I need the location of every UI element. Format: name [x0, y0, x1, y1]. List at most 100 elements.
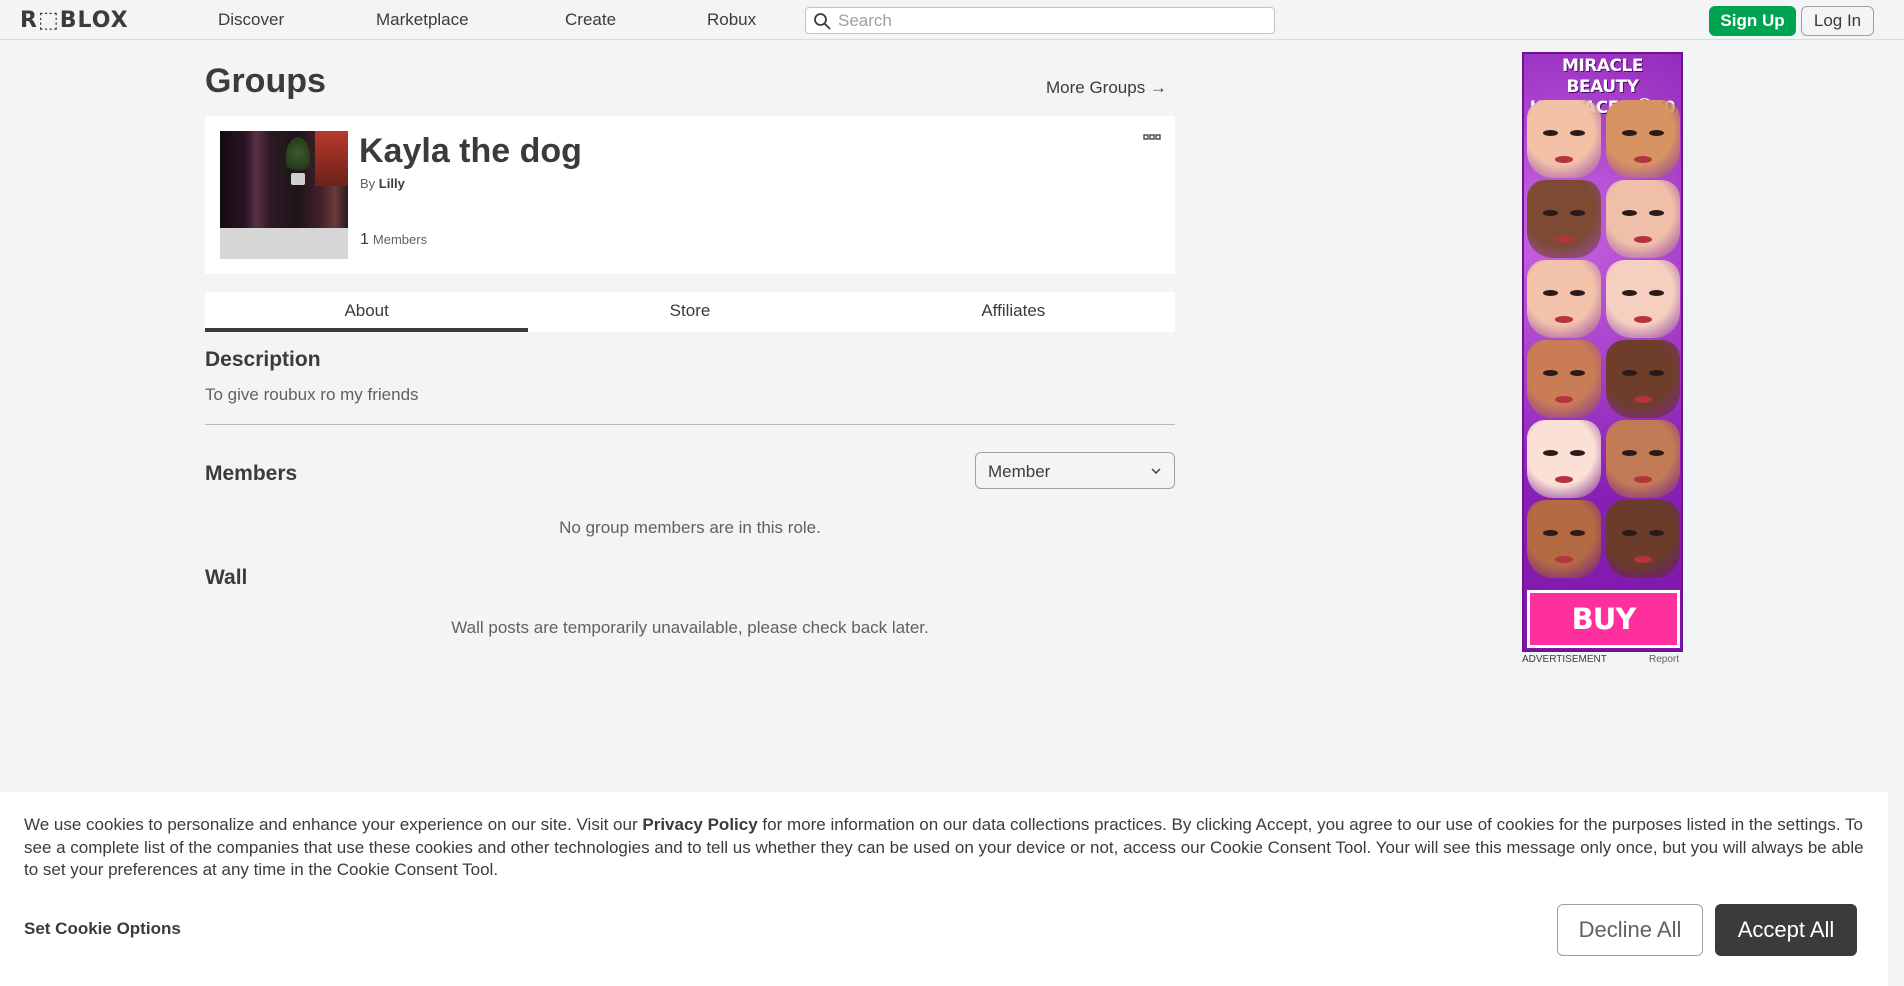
- face-eye: [1622, 530, 1637, 536]
- face-eye: [1570, 450, 1585, 456]
- nav-discover[interactable]: Discover: [218, 10, 284, 30]
- chevron-down-icon: [1151, 468, 1161, 474]
- group-tabs: About Store Affiliates: [205, 292, 1175, 332]
- members-empty-message: No group members are in this role.: [559, 518, 821, 537]
- face-eye: [1543, 450, 1558, 456]
- face-eye: [1649, 290, 1664, 296]
- ad-face-tile: [1527, 100, 1601, 178]
- nav-marketplace[interactable]: Marketplace: [376, 10, 469, 30]
- description-heading: Description: [205, 348, 321, 371]
- face-eye: [1622, 450, 1637, 456]
- owner-link[interactable]: Lilly: [379, 176, 405, 191]
- face-lips: [1634, 316, 1652, 323]
- face-eye: [1543, 210, 1558, 216]
- face-lips: [1555, 476, 1573, 483]
- face-eye: [1543, 290, 1558, 296]
- face-eye: [1570, 290, 1585, 296]
- role-dropdown[interactable]: Member: [975, 452, 1175, 489]
- member-count-number: 1: [360, 231, 369, 248]
- face-eye: [1622, 290, 1637, 296]
- ad-face-tile: [1527, 420, 1601, 498]
- wall-unavailable-message: Wall posts are temporarily unavailable, …: [451, 618, 929, 637]
- face-lips: [1634, 156, 1652, 163]
- ad-face-tile: [1606, 260, 1680, 338]
- photo-window: [315, 131, 348, 186]
- decline-all-button[interactable]: Decline All: [1557, 904, 1703, 956]
- face-eye: [1649, 130, 1664, 136]
- accept-all-button[interactable]: Accept All: [1715, 904, 1857, 956]
- search-icon: [814, 13, 831, 30]
- ad-headline-line1: MIRACLE BEAUTY: [1562, 56, 1643, 97]
- face-lips: [1555, 396, 1573, 403]
- advertisement-label: ADVERTISEMENT: [1522, 654, 1607, 665]
- face-eye: [1649, 370, 1664, 376]
- report-ad-link[interactable]: Report: [1649, 654, 1679, 665]
- more-options-icon[interactable]: [1143, 132, 1161, 142]
- tab-about[interactable]: About: [205, 292, 529, 332]
- ad-face-tile: [1606, 500, 1680, 578]
- description-text: To give roubux ro my friends: [205, 385, 419, 404]
- search-input[interactable]: [838, 9, 1263, 32]
- more-groups-link[interactable]: More Groups →: [1046, 78, 1167, 98]
- face-eye: [1543, 370, 1558, 376]
- photo-plant: [286, 137, 310, 177]
- face-eye: [1622, 130, 1637, 136]
- ad-face-tile: [1606, 180, 1680, 258]
- nav-robux[interactable]: Robux: [707, 10, 756, 30]
- face-eye: [1649, 530, 1664, 536]
- members-heading: Members: [205, 462, 298, 485]
- face-lips: [1634, 476, 1652, 483]
- face-eye: [1570, 130, 1585, 136]
- group-name: Kayla the dog: [359, 132, 582, 170]
- face-eye: [1570, 530, 1585, 536]
- face-lips: [1555, 556, 1573, 563]
- face-eye: [1543, 130, 1558, 136]
- ad-faces-grid: [1527, 100, 1681, 580]
- roblox-logo[interactable]: R⬚BLOX: [20, 8, 129, 33]
- privacy-policy-link[interactable]: Privacy Policy: [642, 815, 757, 834]
- sign-up-button[interactable]: Sign Up: [1709, 6, 1796, 36]
- face-eye: [1649, 450, 1664, 456]
- member-count-label: Members: [372, 232, 428, 247]
- face-lips: [1634, 556, 1652, 563]
- cookie-consent-banner: We use cookies to personalize and enhanc…: [0, 792, 1888, 986]
- face-eye: [1543, 530, 1558, 536]
- role-dropdown-value: Member: [988, 462, 1051, 481]
- ad-face-tile: [1527, 340, 1601, 418]
- face-eye: [1570, 210, 1585, 216]
- tab-store[interactable]: Store: [528, 292, 851, 332]
- ad-face-tile: [1606, 420, 1680, 498]
- ad-face-tile: [1527, 180, 1601, 258]
- face-lips: [1634, 236, 1652, 243]
- tab-affiliates[interactable]: Affiliates: [852, 292, 1175, 332]
- set-cookie-options-link[interactable]: Set Cookie Options: [24, 919, 181, 939]
- log-in-button[interactable]: Log In: [1801, 6, 1874, 36]
- section-divider: [205, 424, 1175, 425]
- ad-face-tile: [1606, 340, 1680, 418]
- cookie-text-before: We use cookies to personalize and enhanc…: [24, 815, 638, 834]
- face-eye: [1622, 210, 1637, 216]
- face-lips: [1555, 236, 1573, 243]
- photo-pot: [291, 173, 305, 185]
- wall-heading: Wall: [205, 566, 248, 589]
- face-lips: [1555, 156, 1573, 163]
- face-eye: [1570, 370, 1585, 376]
- group-header-card: Kayla the dog By Lilly 1 Members: [205, 116, 1175, 274]
- top-navigation: R⬚BLOX Discover Marketplace Create Robux…: [0, 0, 1904, 40]
- group-emblem-image: [220, 131, 348, 259]
- search-bar[interactable]: [805, 7, 1275, 34]
- member-count: 1 Members: [360, 231, 427, 249]
- face-lips: [1634, 396, 1652, 403]
- ad-face-tile: [1527, 260, 1601, 338]
- nav-create[interactable]: Create: [565, 10, 616, 30]
- owner-prefix: By: [360, 176, 376, 191]
- ad-face-tile: [1527, 500, 1601, 578]
- face-eye: [1622, 370, 1637, 376]
- cookie-notice-text: We use cookies to personalize and enhanc…: [24, 814, 1869, 882]
- group-owner: By Lilly: [360, 176, 405, 191]
- advertisement-banner[interactable]: MIRACLE BEAUTY UGC FACES Ⓡ50 BUY NOW: [1522, 52, 1683, 652]
- ad-face-tile: [1606, 100, 1680, 178]
- ad-buy-now-button[interactable]: BUY NOW: [1527, 590, 1680, 648]
- face-lips: [1555, 316, 1573, 323]
- page-title: Groups: [205, 62, 326, 100]
